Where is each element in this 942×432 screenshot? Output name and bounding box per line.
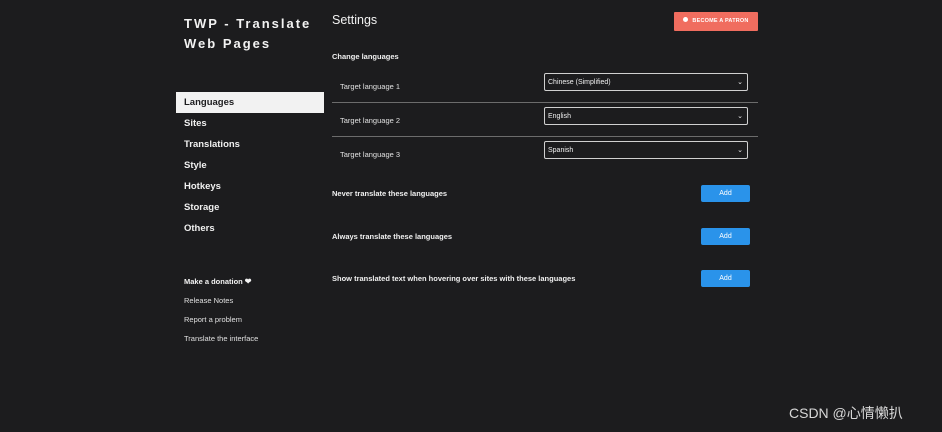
app-title: TWP - Translate Web Pages xyxy=(184,16,312,51)
sidebar-item-style[interactable]: Style xyxy=(176,155,324,176)
select-value: Chinese (Simplified) xyxy=(548,79,611,86)
sidebar-item-hotkeys[interactable]: Hotkeys xyxy=(176,176,324,197)
never-translate-label: Never translate these languages xyxy=(332,189,448,198)
select-value: Spanish xyxy=(548,147,574,154)
always-translate-add-button[interactable]: Add xyxy=(701,228,750,245)
always-translate-label: Always translate these languages xyxy=(332,232,453,241)
release-notes-link[interactable]: Release Notes xyxy=(184,291,324,310)
patreon-icon xyxy=(683,17,689,23)
report-problem-link[interactable]: Report a problem xyxy=(184,310,324,329)
sidebar-item-languages[interactable]: Languages xyxy=(176,92,324,113)
watermark: CSDN @心情懒扒 xyxy=(789,405,903,421)
sidebar-item-others[interactable]: Others xyxy=(176,218,324,239)
never-translate-add-button[interactable]: Add xyxy=(701,185,750,202)
change-languages-heading: Change languages xyxy=(332,52,399,61)
show-hover-add-button[interactable]: Add xyxy=(701,270,750,287)
select-value: English xyxy=(548,113,571,120)
chevron-down-icon: ⌄ xyxy=(737,147,743,154)
target-language-label: Target language 1 xyxy=(340,82,401,91)
patron-label: BECOME A PATRON xyxy=(692,18,749,24)
page-title: Settings xyxy=(332,13,378,27)
sidebar: TWP - Translate Web Pages Languages Site… xyxy=(176,0,324,432)
divider xyxy=(332,136,758,137)
target-language-row-1: Target language 1 Chinese (Simplified) ⌄ xyxy=(332,70,758,104)
target-language-1-select[interactable]: Chinese (Simplified) ⌄ xyxy=(544,73,748,91)
heart-icon: ❤ xyxy=(244,277,252,286)
target-language-label: Target language 3 xyxy=(340,150,401,159)
sidebar-item-storage[interactable]: Storage xyxy=(176,197,324,218)
target-language-row-2: Target language 2 English ⌄ xyxy=(332,104,758,138)
sidebar-links: Make a donation ❤ Release Notes Report a … xyxy=(184,272,324,348)
translate-interface-link[interactable]: Translate the interface xyxy=(184,329,324,348)
target-language-2-select[interactable]: English ⌄ xyxy=(544,107,748,125)
chevron-down-icon: ⌄ xyxy=(737,79,743,86)
donation-link[interactable]: Make a donation ❤ xyxy=(184,272,324,291)
become-patron-button[interactable]: BECOME A PATRON xyxy=(674,12,758,31)
target-language-3-select[interactable]: Spanish ⌄ xyxy=(544,141,748,159)
show-hover-label: Show translated text when hovering over … xyxy=(332,274,576,283)
target-language-row-3: Target language 3 Spanish ⌄ xyxy=(332,138,758,172)
chevron-down-icon: ⌄ xyxy=(737,113,743,120)
sidebar-item-sites[interactable]: Sites xyxy=(176,113,324,134)
target-language-label: Target language 2 xyxy=(340,116,401,125)
divider xyxy=(332,102,758,103)
settings-panel: Settings BECOME A PATRON Change language… xyxy=(332,0,758,432)
sidebar-item-translations[interactable]: Translations xyxy=(176,134,324,155)
sidebar-nav: Languages Sites Translations Style Hotke… xyxy=(176,92,324,239)
donation-link-label: Make a donation xyxy=(184,277,243,286)
